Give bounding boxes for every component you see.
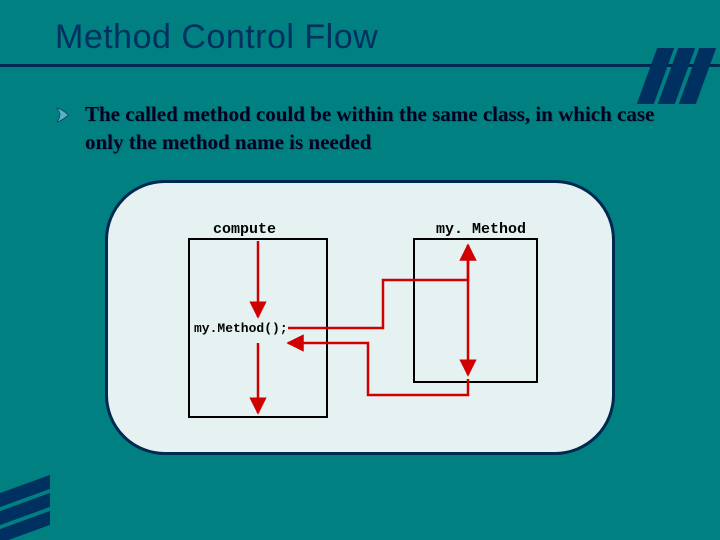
bullet-icon <box>55 106 73 129</box>
slide: Method Control Flow The called method co… <box>0 0 720 540</box>
slide-title: Method Control Flow <box>55 18 378 57</box>
title-underline <box>0 64 720 67</box>
bullet-item: The called method could be within the sa… <box>55 100 690 157</box>
bullet-text: The called method could be within the sa… <box>85 100 690 157</box>
diagram-panel: compute my. Method my.Method(); <box>105 180 615 455</box>
flow-arrows <box>108 183 618 458</box>
decoration-stripes-bottom-left <box>0 480 50 534</box>
